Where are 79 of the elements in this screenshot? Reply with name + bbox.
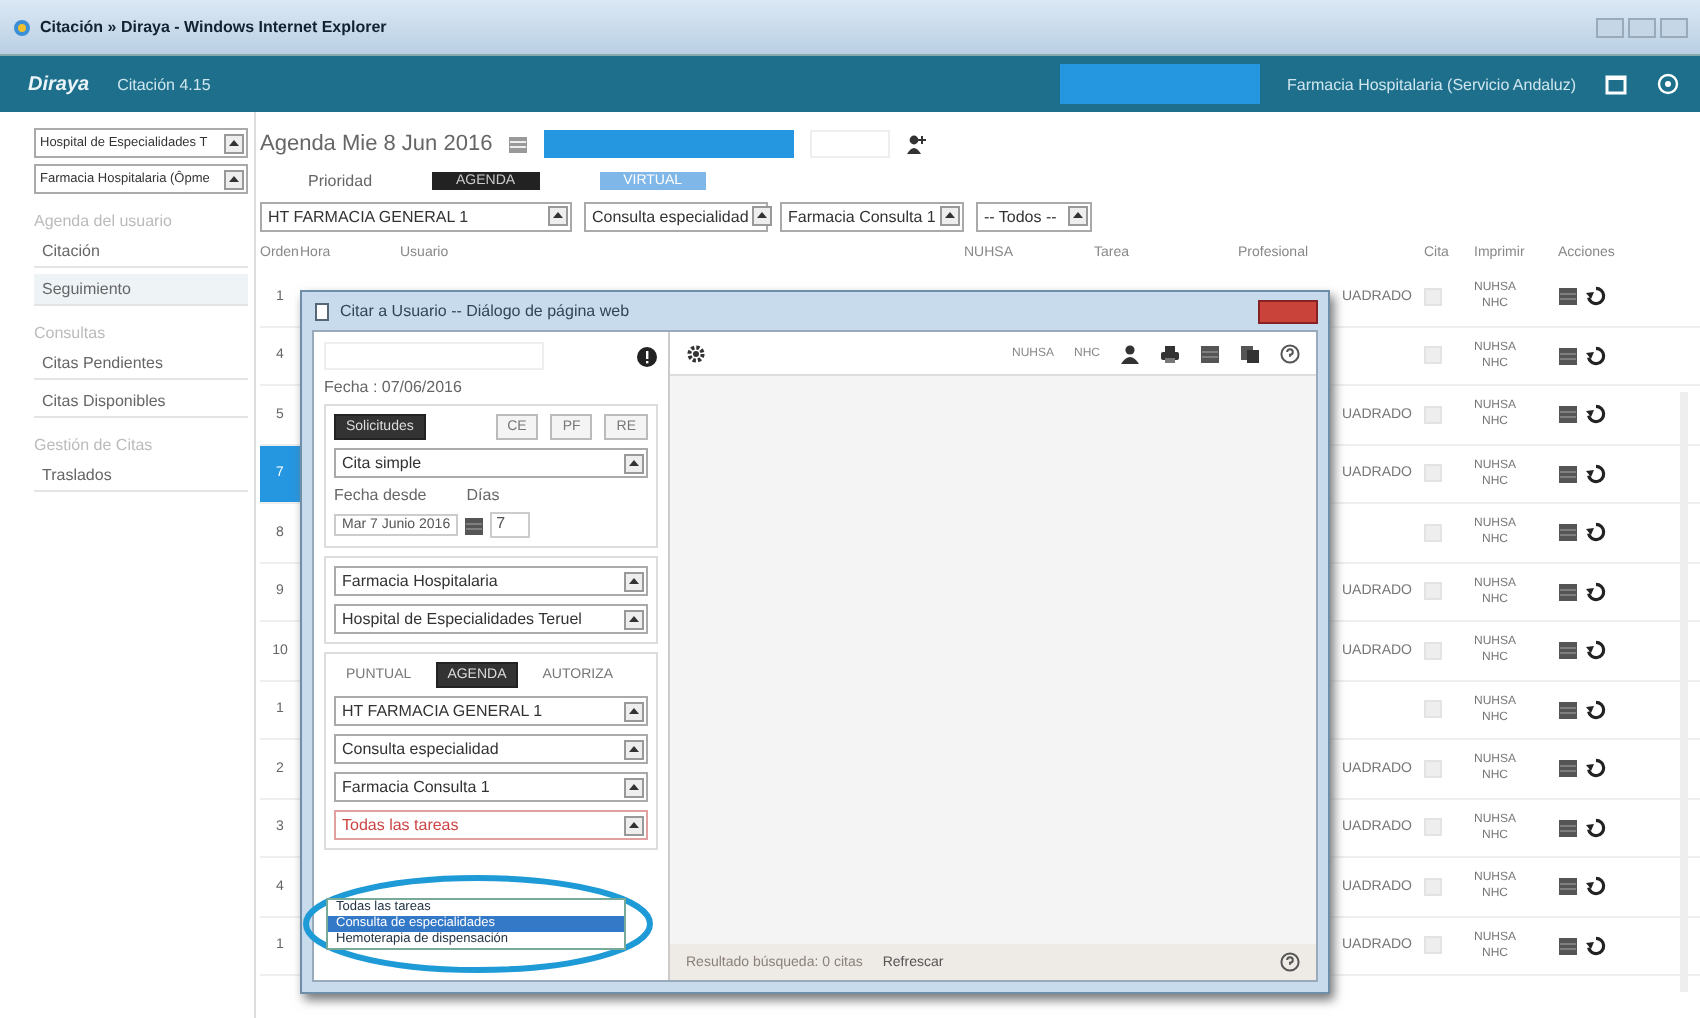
refresh-icon[interactable] bbox=[1586, 935, 1606, 956]
calendar-icon[interactable] bbox=[1558, 404, 1578, 425]
search-field[interactable] bbox=[544, 130, 795, 158]
refresh-icon[interactable] bbox=[1586, 876, 1606, 897]
calendar-icon[interactable] bbox=[1558, 699, 1578, 720]
calendar-icon[interactable] bbox=[1558, 463, 1578, 484]
sidebar-item[interactable]: Traslados bbox=[34, 460, 248, 492]
dropdown-field[interactable]: HT FARMACIA GENERAL 1 bbox=[260, 201, 572, 231]
refresh-icon[interactable] bbox=[1586, 699, 1606, 720]
sidebar-item[interactable]: Seguimiento bbox=[34, 274, 248, 306]
dropdown-field[interactable]: Consulta especialidad bbox=[334, 734, 648, 764]
dropdown-field[interactable]: HT FARMACIA GENERAL 1 bbox=[334, 696, 648, 726]
calendar-icon[interactable] bbox=[1200, 343, 1220, 363]
section-heading: Consultas bbox=[34, 324, 108, 342]
checkbox[interactable] bbox=[1424, 877, 1442, 896]
checkbox[interactable] bbox=[1424, 759, 1442, 778]
printer-icon[interactable] bbox=[1160, 343, 1180, 363]
window-title: Citación » Diraya - Windows Internet Explorer bbox=[40, 18, 387, 36]
calendar-icon[interactable] bbox=[1558, 286, 1578, 307]
sidebar-item[interactable]: Citas Disponibles bbox=[34, 386, 248, 418]
refresh-icon[interactable] bbox=[1586, 404, 1606, 425]
checkbox[interactable] bbox=[1424, 287, 1442, 306]
calendar-icon[interactable] bbox=[1558, 581, 1578, 602]
checkbox[interactable] bbox=[1424, 523, 1442, 542]
dropdown-field[interactable]: Farmacia Consulta 1 bbox=[780, 201, 964, 231]
refresh-icon[interactable] bbox=[1586, 758, 1606, 779]
user-icon[interactable] bbox=[1120, 343, 1140, 363]
calendar-icon[interactable] bbox=[1558, 817, 1578, 838]
days-field[interactable]: 7 bbox=[490, 512, 531, 538]
dropdown-field[interactable]: Consulta especialidad bbox=[584, 201, 768, 231]
checkbox[interactable] bbox=[1424, 641, 1442, 660]
calendar-icon[interactable] bbox=[1558, 876, 1578, 897]
section-heading: Gestión de Citas bbox=[34, 436, 155, 454]
close-button[interactable] bbox=[1258, 299, 1318, 323]
field-label: Días bbox=[466, 486, 500, 504]
refresh-icon[interactable] bbox=[1586, 817, 1606, 838]
calendar-icon[interactable] bbox=[1558, 935, 1578, 956]
dropdown-field[interactable]: Cita simple bbox=[334, 448, 648, 478]
refresh-icon[interactable] bbox=[1586, 286, 1606, 307]
documents-icon[interactable] bbox=[1240, 343, 1260, 363]
calendar-icon[interactable] bbox=[1558, 758, 1578, 779]
module-name: Citación 4.15 bbox=[117, 75, 211, 93]
calendar-icon[interactable] bbox=[1558, 522, 1578, 543]
window-icon[interactable] bbox=[1604, 72, 1628, 96]
checkbox[interactable] bbox=[1424, 582, 1442, 601]
refresh-icon[interactable] bbox=[1586, 581, 1606, 602]
dropdown-field[interactable]: Farmacia Consulta 1 bbox=[334, 772, 648, 802]
dropdown-field[interactable]: Farmacia Hospitalaria bbox=[334, 566, 648, 596]
browser-icon bbox=[12, 17, 32, 37]
checkbox[interactable] bbox=[1424, 936, 1442, 955]
user-name: Farmacia Hospitalaria (Servicio Andaluz) bbox=[1287, 75, 1576, 93]
sidebar-item[interactable]: Citación bbox=[34, 236, 248, 268]
checkbox[interactable] bbox=[1424, 346, 1442, 365]
add-user-icon[interactable] bbox=[906, 134, 927, 154]
sidebar-item[interactable]: Citas Pendientes bbox=[34, 348, 248, 380]
checkbox[interactable] bbox=[1424, 818, 1442, 837]
app-logo: Diraya bbox=[28, 73, 90, 95]
header-field[interactable] bbox=[1059, 64, 1259, 104]
dropdown-field[interactable]: Hospital de Especialidades Teruel bbox=[334, 604, 648, 634]
refresh-icon[interactable] bbox=[1586, 522, 1606, 543]
checkbox[interactable] bbox=[1424, 700, 1442, 719]
calendar-icon[interactable] bbox=[464, 515, 485, 535]
dropdown-field[interactable]: -- Todos -- bbox=[976, 201, 1092, 231]
section-heading: Agenda del usuario bbox=[34, 212, 174, 230]
dialog-title: Citar a Usuario -- Diálogo de página web bbox=[340, 302, 630, 320]
page-icon bbox=[312, 301, 332, 321]
date-label: Fecha : 07/06/2016 bbox=[324, 378, 464, 396]
calendar-icon[interactable] bbox=[1558, 640, 1578, 661]
checkbox[interactable] bbox=[1424, 464, 1442, 483]
priority-label: Prioridad bbox=[308, 171, 373, 189]
agenda-title: Agenda Mie 8 Jun 2016 bbox=[260, 132, 493, 156]
checkbox[interactable] bbox=[1424, 405, 1442, 424]
refresh-icon[interactable] bbox=[1586, 463, 1606, 484]
gear-icon[interactable] bbox=[686, 343, 706, 363]
refresh-icon[interactable] bbox=[1586, 640, 1606, 661]
field-label: Fecha desde bbox=[334, 486, 427, 504]
calendar-icon[interactable] bbox=[1558, 345, 1578, 366]
dropdown-field[interactable]: Todas las tareas bbox=[334, 810, 648, 840]
refresh-icon[interactable] bbox=[1586, 345, 1606, 366]
